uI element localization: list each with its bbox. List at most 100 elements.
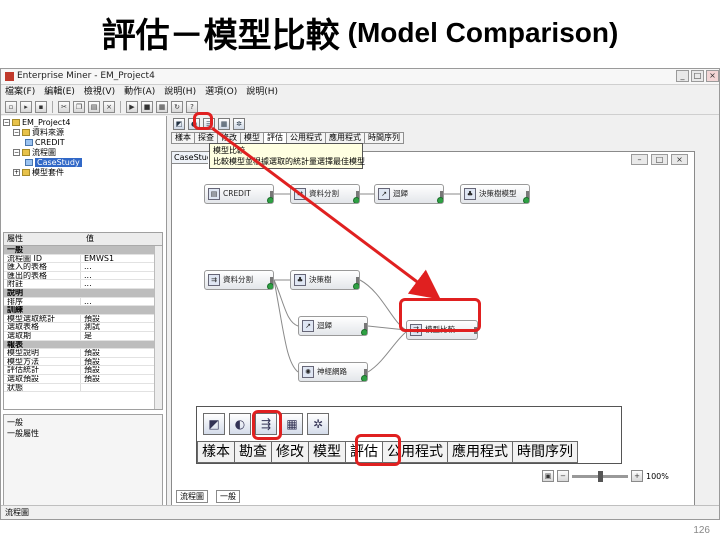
property-row[interactable]: 選取期 是 [4,331,162,341]
diagram-selector[interactable]: 流程圖 [176,490,208,503]
zoom-in-icon[interactable]: + [631,470,643,482]
zoom-slider-knob[interactable] [598,470,603,482]
menu-file[interactable]: 檔案(F) [5,85,35,99]
zoom-tab-2[interactable]: 修改 [271,441,309,463]
delete-icon[interactable]: × [103,100,115,113]
property-value[interactable]: 預設 [80,314,162,323]
menu-help-1[interactable]: 說明(H) [164,85,196,99]
zoom-tab-6[interactable]: 應用程式 [447,441,513,463]
help-icon[interactable]: ? [186,100,198,113]
menu-view[interactable]: 檢視(V) [84,85,115,99]
save-icon[interactable]: ▪ [35,100,47,113]
cut-icon[interactable]: ✂ [58,100,70,113]
tree-item-project[interactable]: − EM_Project4 [3,118,163,128]
property-value[interactable]: 預設 [80,374,162,383]
expand-icon[interactable]: + [13,169,20,176]
node-tree-top[interactable]: ♣ 決策樹模型 [460,184,530,204]
node-credit[interactable]: ▤ CREDIT [204,184,274,204]
zoom-slider[interactable] [572,470,628,482]
zoom-tab-3[interactable]: 模型 [308,441,346,463]
node-partition-top[interactable]: ⇉ 資料分割 [290,184,360,204]
property-group[interactable]: 一般 [4,246,162,255]
node-neural-network[interactable]: ✺ 神經網路 [298,362,368,382]
diagram-minimize-button[interactable]: – [631,154,648,165]
tab-7[interactable]: 時間序列 [364,132,404,144]
zoom-tab-5[interactable]: 公用程式 [382,441,448,463]
zoom-tab-1[interactable]: 勘查 [234,441,272,463]
tree-item-casestudy[interactable]: CaseStudy [3,158,163,168]
property-value[interactable]: ... [80,297,162,306]
tree-item-credit[interactable]: CREDIT [3,138,163,148]
property-value[interactable] [80,383,162,392]
property-value[interactable]: ... [80,263,162,271]
fit-icon[interactable]: ▣ [542,470,554,482]
property-value[interactable] [80,341,162,349]
property-value[interactable]: EMWS1 [80,254,162,263]
zoom-tab-7[interactable]: 時間序列 [512,441,578,463]
property-row[interactable]: 流程圖 ID EMWS1 [4,254,162,264]
diagram-maximize-button[interactable]: □ [651,154,668,165]
property-row[interactable]: 模型說明 預設 [4,349,162,358]
property-row[interactable]: 模型方法 預設 [4,357,162,367]
paste-icon[interactable]: ▤ [88,100,100,113]
tree-item-data-sources[interactable]: − 資料來源 [3,128,163,138]
menu-options[interactable]: 選項(O) [205,85,237,99]
menu-actions[interactable]: 動作(A) [124,85,155,99]
node-port[interactable] [474,327,477,334]
copy-icon[interactable]: ❐ [73,100,85,113]
property-value[interactable] [80,289,162,297]
results-icon[interactable]: ▦ [156,100,168,113]
diagram-close-button[interactable]: × [671,154,688,165]
property-value[interactable]: ... [80,280,162,288]
zoom-tab-0[interactable]: 樣本 [197,441,235,463]
menu-edit[interactable]: 編輯(E) [44,85,75,99]
property-value[interactable] [80,246,162,254]
property-row[interactable]: 匯入的表格... [4,263,162,272]
property-value[interactable]: ... [80,271,162,280]
view-selector[interactable]: 一般 [216,490,240,503]
tree-item-diagrams[interactable]: − 流程圖 [3,148,163,158]
properties-scrollbar[interactable] [154,246,162,409]
property-row[interactable]: 評估統計 預設 [4,366,162,375]
property-group[interactable]: 說明 [4,288,162,298]
maximize-button[interactable]: □ [691,70,704,82]
node-model-comparison[interactable]: ⇶ 模型比較 [406,320,478,340]
minimize-button[interactable]: _ [676,70,689,82]
property-value[interactable]: 預設 [80,349,162,357]
property-group[interactable]: 訓練 [4,306,162,315]
model-compare-tool-icon[interactable]: ⇶ [203,117,215,130]
score-tool-icon[interactable]: ▦ [218,117,230,130]
property-value[interactable]: 是 [80,331,162,340]
decisions-tool-icon[interactable]: ◐ [188,117,200,130]
close-button[interactable]: × [706,70,719,82]
property-row[interactable]: 選取表格 測試 [4,323,162,332]
menu-help-2[interactable]: 說明(H) [246,85,278,99]
node-decision-tree[interactable]: ♣ 決策樹 [290,270,360,290]
property-value[interactable] [80,306,162,314]
new-icon[interactable]: ▫ [5,100,17,113]
property-value[interactable]: 預設 [80,366,162,374]
tab-0[interactable]: 樣本 [171,132,195,144]
segment-profile-tool-icon[interactable]: ✲ [233,117,245,130]
model-compare-icon[interactable]: ⇶ [255,413,277,435]
property-group[interactable]: 報表 [4,340,162,350]
property-value[interactable]: 測試 [80,323,162,331]
property-row[interactable]: 狀態 [4,383,162,393]
cutoff-tool-icon[interactable]: ◩ [173,117,185,130]
diagram-tab[interactable]: CaseStudy [172,152,208,164]
node-regression-top[interactable]: ↗ 迴歸 [374,184,444,204]
property-row[interactable]: 匯出的表格... [4,271,162,281]
stop-icon[interactable]: ■ [141,100,153,113]
node-regression[interactable]: ↗ 迴歸 [298,316,368,336]
segment-profile-icon[interactable]: ✲ [307,413,329,435]
tree-item-model-packages[interactable]: + 模型套件 [3,168,163,178]
property-row[interactable]: 附註... [4,280,162,289]
zoom-tab-4[interactable]: 評估 [345,441,383,463]
collapse-icon[interactable]: − [3,119,10,126]
run-icon[interactable]: ▶ [126,100,138,113]
node-partition[interactable]: ⇉ 資料分割 [204,270,274,290]
property-row[interactable]: 模型選取統計 預設 [4,314,162,324]
collapse-icon[interactable]: − [13,129,20,136]
refresh-icon[interactable]: ↻ [171,100,183,113]
score-icon[interactable]: ▦ [281,413,303,435]
